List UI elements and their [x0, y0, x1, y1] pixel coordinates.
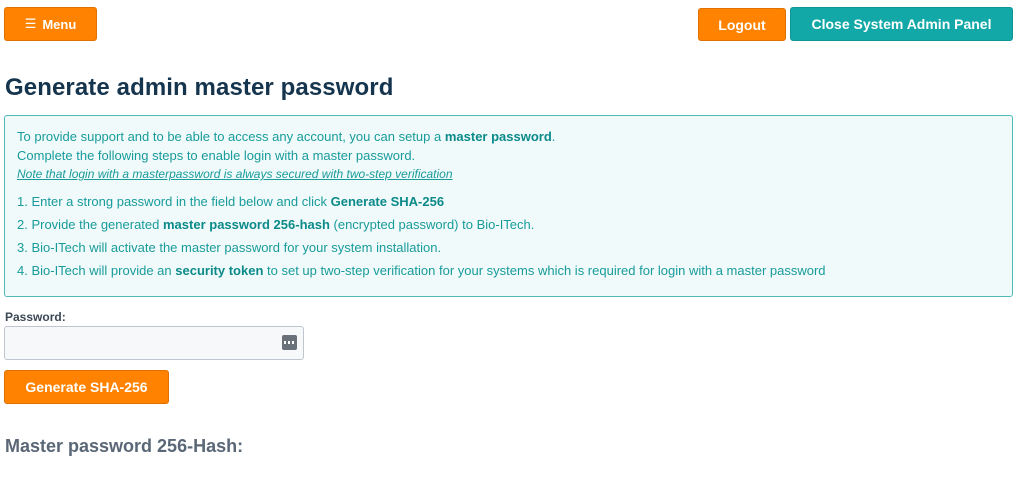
- close-admin-panel-button[interactable]: Close System Admin Panel: [790, 7, 1013, 41]
- logout-button[interactable]: Logout: [698, 8, 786, 41]
- password-label: Password:: [5, 310, 66, 324]
- password-input[interactable]: [11, 328, 275, 360]
- password-field[interactable]: [4, 326, 304, 360]
- menu-button[interactable]: ☰ Menu: [4, 7, 97, 41]
- menu-label: Menu: [42, 16, 77, 32]
- page-title: Generate admin master password: [5, 74, 394, 101]
- step-item: 3. Bio-ITech will activate the master pa…: [17, 240, 442, 255]
- info-line-2: Complete the following steps to enable l…: [17, 148, 416, 163]
- info-box: To provide support and to be able to acc…: [4, 115, 1013, 297]
- hamburger-icon: ☰: [24, 16, 37, 31]
- step-item: 4. Bio-ITech will provide an security to…: [17, 263, 826, 278]
- info-line-1: To provide support and to be able to acc…: [17, 129, 556, 144]
- step-item: 2. Provide the generated master password…: [17, 217, 535, 232]
- generate-sha256-button[interactable]: Generate SHA-256: [4, 370, 169, 404]
- password-manager-icon[interactable]: [282, 335, 297, 350]
- master-hash-heading: Master password 256-Hash:: [5, 436, 244, 456]
- step-item: 1. Enter a strong password in the field …: [17, 194, 445, 209]
- info-note: Note that login with a masterpassword is…: [17, 167, 453, 181]
- steps-list: 1. Enter a strong password in the field …: [17, 190, 1000, 282]
